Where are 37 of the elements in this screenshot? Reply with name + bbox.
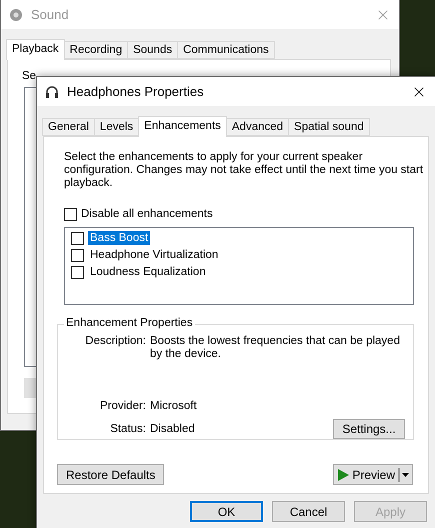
- tab[interactable]: Enhancements: [138, 116, 227, 137]
- field-label: Description:: [84, 335, 146, 349]
- tab[interactable]: Spatial sound: [288, 118, 370, 136]
- tab[interactable]: Playback: [6, 39, 65, 60]
- dialog-button[interactable]: Cancel: [272, 501, 345, 522]
- tab[interactable]: Sounds: [127, 41, 178, 59]
- checkbox[interactable]: [71, 232, 84, 244]
- tab[interactable]: General: [42, 118, 95, 136]
- field-value: Boosts the lowest frequencies that can be played by the device.: [150, 335, 400, 361]
- field-value: Microsoft: [150, 400, 197, 413]
- restore-defaults-button[interactable]: Restore Defaults: [57, 464, 164, 485]
- play-icon: [338, 468, 350, 480]
- tab[interactable]: Communications: [177, 41, 275, 59]
- window-title: Headphones Properties: [67, 84, 205, 99]
- checkbox[interactable]: [71, 248, 84, 262]
- field-label: Provider:: [98, 400, 146, 413]
- headphones-icon: [45, 84, 59, 98]
- settings-button[interactable]: Settings...: [333, 419, 405, 439]
- tab[interactable]: Recording: [64, 41, 128, 59]
- list-item[interactable]: Loudness Equalization: [88, 265, 208, 279]
- tab[interactable]: Advanced: [226, 118, 290, 136]
- checkbox[interactable]: [71, 266, 84, 278]
- list-item[interactable]: Bass Boost: [88, 231, 150, 245]
- instruction-text: Se: [22, 70, 38, 83]
- tab[interactable]: Levels: [94, 118, 140, 136]
- window-title: Sound: [31, 7, 70, 22]
- preview-button[interactable]: Preview: [333, 464, 413, 485]
- field-label: Status:: [109, 423, 146, 436]
- list-item[interactable]: Headphone Virtualization: [88, 248, 220, 262]
- instruction-text: Select the enhancements to apply for your current speaker configuration. Changes may not take effect until the next time you start playback.: [64, 151, 424, 190]
- dropdown-caret-icon[interactable]: [398, 468, 410, 482]
- group-title: Enhancement Properties: [64, 317, 195, 329]
- field-value: Disabled: [150, 423, 195, 436]
- speaker-icon: [9, 8, 23, 22]
- checkbox-label: Disable all enhancements: [81, 208, 213, 221]
- dialog-button[interactable]: OK: [190, 501, 263, 522]
- checkbox[interactable]: [64, 208, 77, 221]
